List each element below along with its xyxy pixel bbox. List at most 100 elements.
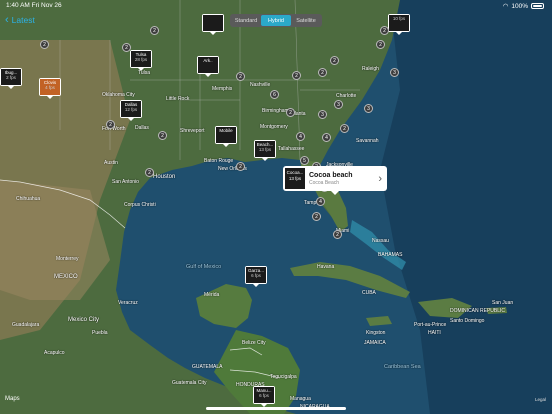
cluster-marker[interactable]: 2 (292, 71, 301, 80)
map-type-satellite[interactable]: Satellite (291, 15, 321, 26)
chevron-right-icon[interactable]: › (378, 173, 382, 185)
city-label: Guadalajara (12, 322, 40, 328)
camera-pin[interactable] (202, 14, 224, 35)
city-label: Mexico City (68, 317, 100, 323)
cluster-marker[interactable]: 2 (145, 168, 154, 177)
home-indicator (206, 407, 346, 410)
camera-thumbnail: 10 fps (389, 15, 409, 31)
camera-pin[interactable]: Dallas 12 fps (120, 100, 142, 121)
cluster-marker[interactable]: 3 (318, 110, 327, 119)
camera-pin[interactable]: Manu... 6 fps (253, 386, 275, 407)
city-label: Birmingham (262, 108, 289, 114)
cluster-marker[interactable]: 2 (330, 56, 339, 65)
city-label: Shreveport (180, 128, 205, 134)
maps-attribution: Maps (5, 396, 20, 402)
region-label: CUBA (362, 290, 376, 296)
map-type-segmented-control[interactable]: Standard Hybrid Satellite (230, 14, 322, 27)
city-label: Acapulco (44, 350, 65, 356)
city-label: Montgomery (260, 124, 288, 130)
region-label: JAMAICA (364, 340, 386, 346)
cluster-marker[interactable]: 2 (236, 72, 245, 81)
city-label: Savannah (356, 138, 379, 144)
callout-subtitle: Cocoa Beach (309, 179, 340, 186)
camera-pin[interactable]: 10 fps (388, 14, 410, 35)
cluster-marker[interactable]: 2 (318, 68, 327, 77)
selected-camera-callout[interactable]: Cocoa... 13 fps Cocoa beach Cocoa Beach › (283, 166, 387, 195)
city-label: San Juan (492, 300, 514, 306)
city-label: Tallahassee (278, 146, 305, 152)
city-label: Nassau (372, 238, 389, 244)
camera-pin[interactable]: Ibug... 2 fps (0, 68, 22, 89)
city-label: Corpus Christi (124, 202, 156, 208)
map-type-hybrid[interactable]: Hybrid (261, 15, 291, 26)
status-bar: 1:40 AM Fri Nov 26 ◠ 100% (0, 0, 552, 12)
status-right: ◠ 100% (503, 2, 544, 10)
back-button[interactable]: ‹ Latest (5, 14, 35, 26)
map-type-standard[interactable]: Standard (231, 15, 261, 26)
cluster-marker[interactable]: 2 (333, 230, 342, 239)
city-label: Belize City (242, 340, 266, 346)
city-label: Veracruz (118, 300, 138, 306)
cluster-marker[interactable]: 2 (122, 43, 131, 52)
cluster-marker[interactable]: 2 (312, 212, 321, 221)
cluster-marker[interactable]: 2 (340, 124, 349, 133)
region-label: HAITI (428, 330, 441, 336)
city-label: San Antonio (112, 179, 139, 185)
city-label: Managua (290, 396, 311, 402)
cluster-marker[interactable]: 4 (322, 133, 331, 142)
camera-pin[interactable]: Ark.. (197, 56, 219, 77)
city-label: Charlotte (336, 93, 357, 99)
cluster-marker[interactable]: 2 (236, 162, 245, 171)
city-label: Tegucigalpa (270, 374, 297, 380)
cluster-marker[interactable]: 2 (150, 26, 159, 35)
cluster-marker[interactable]: 2 (380, 26, 389, 35)
callout-title: Cocoa beach (309, 171, 353, 179)
city-label: Port-au-Prince (414, 322, 447, 328)
camera-thumbnail: Garza... 6 fps (246, 267, 266, 283)
city-label: Kingston (366, 330, 386, 336)
city-label: Dallas (135, 125, 149, 131)
region-label: DOMINICAN REPUBLIC (450, 308, 506, 314)
camera-thumbnail (203, 15, 223, 31)
camera-thumbnail: Tulsa 28 fps (131, 51, 151, 67)
battery-percent: 100% (511, 2, 528, 10)
city-label: Havana (317, 264, 335, 270)
cluster-marker[interactable]: 2 (158, 131, 167, 140)
camera-pin[interactable]: Clovis 4 fps (39, 78, 61, 99)
camera-pin[interactable]: Mobile (215, 126, 237, 147)
camera-pin[interactable]: Tulsa 28 fps (130, 50, 152, 71)
region-label: MEXICO (54, 274, 78, 280)
water-label: Caribbean Sea (384, 364, 421, 370)
cluster-marker[interactable]: 2 (106, 120, 115, 129)
city-label: Puebla (92, 330, 108, 336)
satellite-map[interactable] (0, 0, 552, 414)
cluster-marker[interactable]: 2 (40, 40, 49, 49)
cluster-marker[interactable]: 3 (390, 68, 399, 77)
back-label: Latest (11, 15, 35, 25)
legal-link[interactable]: Legal (535, 397, 546, 402)
camera-pin[interactable]: Beach... 13 fps (254, 140, 276, 161)
city-label: Mérida (204, 292, 220, 298)
camera-thumbnail: Mobile (216, 127, 236, 143)
city-label: Baton Rouge (204, 158, 234, 164)
city-label: Houston (153, 174, 176, 180)
cluster-marker[interactable]: 3 (364, 104, 373, 113)
cluster-marker[interactable]: 4 (316, 197, 325, 206)
region-label: BAHAMAS (378, 252, 403, 258)
city-label: Raleigh (362, 66, 379, 72)
region-label: GUATEMALA (192, 364, 223, 370)
camera-pin[interactable]: Garza... 6 fps (245, 266, 267, 287)
cluster-marker[interactable]: 5 (300, 156, 309, 165)
cluster-marker[interactable]: 2 (376, 40, 385, 49)
cluster-marker[interactable]: 2 (286, 108, 295, 117)
callout-thumbnail: Cocoa... 13 fps (285, 168, 305, 189)
cluster-marker[interactable]: 3 (334, 100, 343, 109)
cluster-marker[interactable]: 4 (296, 132, 305, 141)
camera-thumbnail: Manu... 6 fps (254, 387, 274, 403)
camera-thumbnail: Ibug... 2 fps (1, 69, 21, 85)
city-label: Memphis (212, 86, 233, 92)
city-label: Chihuahua (16, 196, 41, 202)
city-label: Monterrey (56, 256, 79, 262)
city-label: Little Rock (166, 96, 190, 102)
cluster-marker[interactable]: 6 (270, 90, 279, 99)
